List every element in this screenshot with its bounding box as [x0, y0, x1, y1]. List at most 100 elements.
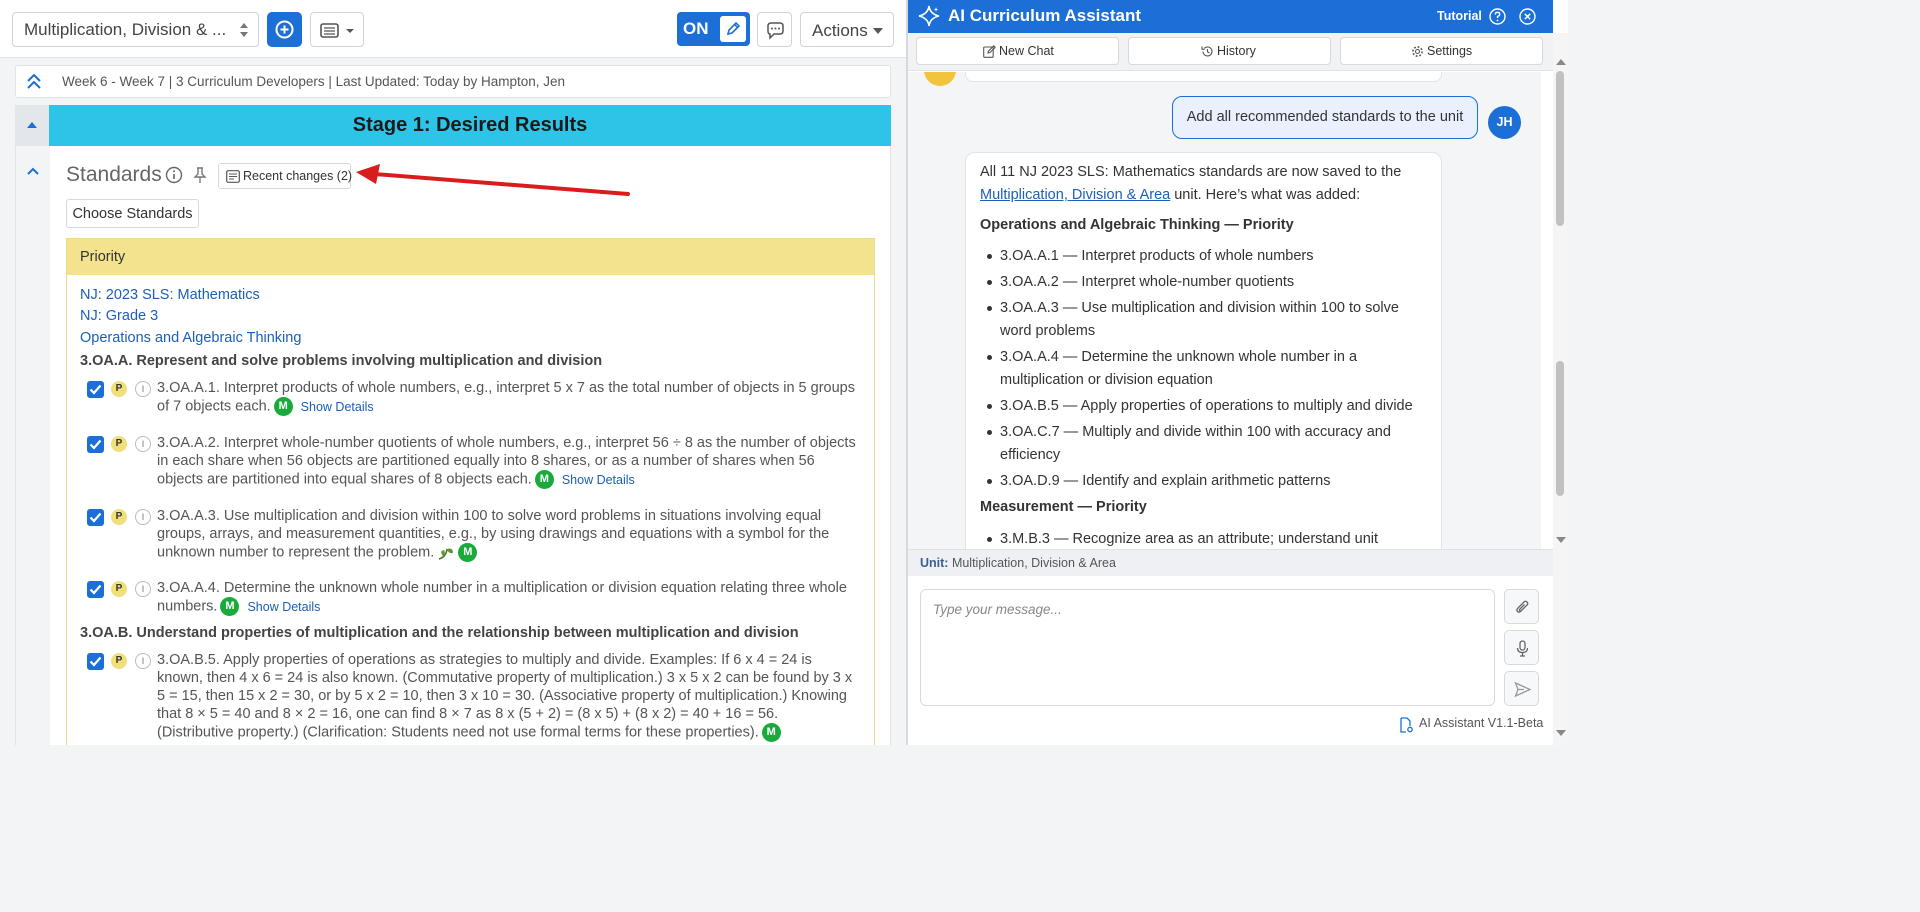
standard-checkbox[interactable] [87, 381, 104, 398]
standard-checkbox[interactable] [87, 436, 104, 453]
standard-checkbox[interactable] [87, 509, 104, 526]
sort-arrows-icon [240, 23, 248, 37]
current-unit-label: Unit: Multiplication, Division & Area [908, 549, 1553, 576]
check-icon [89, 384, 102, 395]
section-heading: Operations and Algebraic Thinking — Prio… [980, 217, 1294, 233]
edit-mode-label: ON [683, 19, 709, 38]
standard-text: 3.OA.A.1. Interpret products of whole nu… [157, 379, 857, 416]
new-chat-label: New Chat [999, 44, 1054, 58]
show-details-link[interactable]: Show Details [247, 600, 320, 614]
pin-icon[interactable] [192, 166, 208, 184]
message-input[interactable] [921, 590, 1494, 705]
tutorial-link[interactable]: Tutorial [1437, 9, 1482, 23]
show-details-link[interactable]: Show Details [562, 473, 635, 487]
assistant-tabs: New Chat History Settings [908, 33, 1553, 71]
assistant-title: AI Curriculum Assistant [948, 6, 1142, 25]
indicator-badge: I [135, 653, 151, 669]
unit-link[interactable]: Multiplication, Division & Area [980, 187, 1170, 203]
standard-row: P I 3.OA.B.5. Apply properties of operat… [87, 651, 867, 745]
indicator-badge: I [135, 381, 151, 397]
standard-row: P I 3.OA.A.1. Interpret products of whol… [87, 379, 867, 419]
standard-row: P I 3.OA.A.3. Use multiplication and div… [87, 507, 867, 565]
list-item: 3.OA.B.5 — Apply properties of operation… [984, 395, 1430, 418]
plus-circle-icon [275, 20, 294, 39]
list-item: 3.OA.A.4 — Determine the unknown whole n… [984, 346, 1430, 392]
check-icon [89, 656, 102, 667]
section-gutter [16, 146, 50, 745]
paperclip-icon [1516, 600, 1529, 613]
close-icon[interactable] [1519, 8, 1536, 25]
actions-dropdown[interactable]: Actions [800, 12, 894, 47]
grade-link[interactable]: NJ: Grade 3 [80, 308, 158, 324]
add-button[interactable] [267, 12, 302, 47]
standard-description: 3.OA.A.2. Interpret whole-number quotien… [157, 435, 856, 488]
document-gear-icon [1400, 717, 1413, 733]
pencil-icon [720, 16, 746, 42]
history-label: History [1217, 44, 1256, 58]
stage-content: Standards Recent changes (2) Choose Stan… [15, 146, 891, 745]
history-button[interactable]: History [1128, 37, 1331, 65]
microphone-icon [1516, 640, 1529, 657]
gear-icon [1412, 46, 1423, 57]
stage-collapse-button[interactable] [15, 105, 49, 146]
standard-description: 3.OA.A.1. Interpret products of whole nu… [157, 380, 855, 415]
microphone-button[interactable] [1504, 630, 1539, 665]
new-chat-button[interactable]: New Chat [916, 37, 1119, 65]
framework-link[interactable]: NJ: 2023 SLS: Mathematics [80, 287, 260, 303]
annotation-arrow-icon [356, 164, 630, 196]
assistant-avatar [924, 72, 956, 86]
chat-messages[interactable]: Add all recommended standards to the uni… [908, 72, 1541, 549]
app-window: Multiplication, Division & ... ON Action… [0, 0, 1568, 745]
unit-meta-text: Week 6 - Week 7 | 3 Curriculum Developer… [62, 74, 566, 89]
unit-label-value: Multiplication, Division & Area [948, 556, 1116, 570]
section-heading: Measurement — Priority [980, 499, 1147, 515]
show-details-link[interactable]: Show Details [301, 400, 374, 414]
page-scroll-down-icon[interactable] [1556, 730, 1566, 736]
plant-icon [439, 548, 454, 560]
history-icon [1201, 46, 1213, 57]
domain-link[interactable]: Operations and Algebraic Thinking [80, 330, 301, 346]
user-message-bubble: Add all recommended standards to the uni… [1172, 96, 1478, 139]
double-chevron-up-icon[interactable] [26, 73, 42, 91]
check-icon [89, 584, 102, 595]
choose-standards-button[interactable]: Choose Standards [66, 199, 199, 228]
edit-mode-toggle[interactable]: ON [677, 12, 750, 46]
response-intro: All 11 NJ 2023 SLS: Mathematics standard… [980, 161, 1432, 207]
priority-badge: P [111, 509, 127, 525]
help-icon[interactable] [1489, 8, 1506, 25]
view-options-button[interactable] [310, 12, 364, 47]
unit-meta-bar: Week 6 - Week 7 | 3 Curriculum Developer… [15, 65, 891, 98]
settings-label: Settings [1427, 44, 1473, 58]
attach-button[interactable] [1504, 589, 1539, 624]
standard-text: 3.OA.A.2. Interpret whole-number quotien… [157, 434, 857, 489]
sparkle-icon [918, 5, 940, 27]
message-input-box [920, 589, 1495, 706]
unit-label-key: Unit: [920, 556, 949, 570]
list-item: 3.OA.C.7 — Multiply and divide within 10… [984, 421, 1430, 467]
ai-assistant-panel: AI Curriculum Assistant Tutorial New Cha… [908, 0, 1568, 745]
page-scroll-thumb[interactable] [1556, 361, 1564, 496]
settings-button[interactable]: Settings [1340, 37, 1543, 65]
top-toolbar: Multiplication, Division & ... ON Action… [0, 0, 906, 58]
actions-label: Actions [812, 21, 868, 40]
scroll-down-icon[interactable] [1556, 537, 1566, 543]
scroll-up-icon[interactable] [1556, 59, 1566, 65]
unit-select[interactable]: Multiplication, Division & ... [12, 12, 259, 47]
indicator-badge: I [135, 436, 151, 452]
scroll-thumb[interactable] [1556, 71, 1564, 226]
standard-description: 3.OA.B.5. Apply properties of operations… [157, 652, 853, 741]
chat-scrollbar[interactable] [1553, 33, 1568, 745]
standard-text: 3.OA.B.5. Apply properties of operations… [157, 651, 857, 742]
mastery-badge: M [220, 597, 240, 616]
recent-changes-button[interactable]: Recent changes (2) [218, 163, 352, 189]
chevron-up-icon[interactable] [26, 166, 40, 176]
comments-button[interactable] [757, 12, 792, 47]
standard-row: P I 3.OA.A.2. Interpret whole-number quo… [87, 434, 867, 492]
standard-checkbox[interactable] [87, 653, 104, 670]
user-avatar: JH [1488, 106, 1521, 139]
info-icon[interactable] [165, 166, 183, 184]
standard-checkbox[interactable] [87, 581, 104, 598]
send-button[interactable] [1504, 671, 1539, 706]
standards-list: 3.M.B.3 — Recognize area as an attribute… [984, 528, 1430, 549]
list-item: 3.OA.A.2 — Interpret whole-number quotie… [984, 271, 1430, 294]
